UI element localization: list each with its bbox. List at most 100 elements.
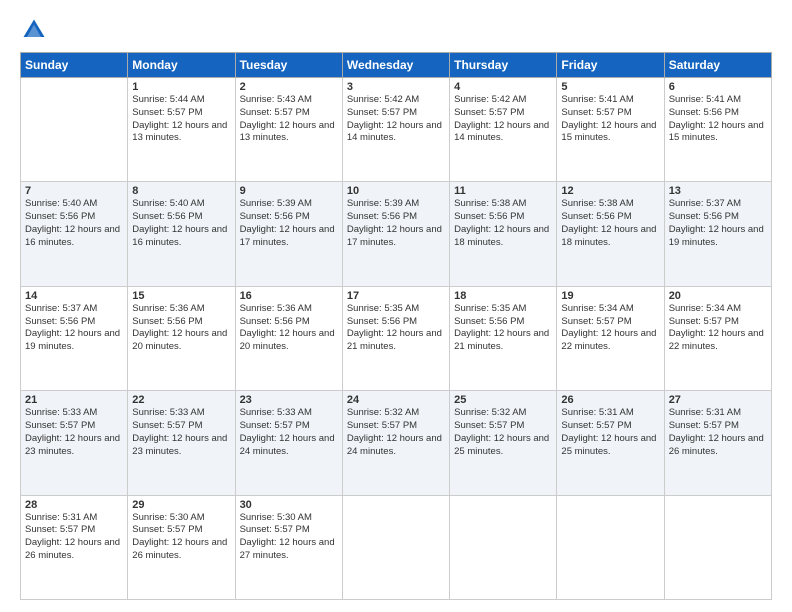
calendar-cell: 7Sunrise: 5:40 AMSunset: 5:56 PMDaylight… (21, 182, 128, 286)
day-number: 25 (454, 394, 552, 406)
calendar-cell: 27Sunrise: 5:31 AMSunset: 5:57 PMDayligh… (664, 391, 771, 495)
weekday-header-cell: Friday (557, 53, 664, 78)
calendar-cell: 17Sunrise: 5:35 AMSunset: 5:56 PMDayligh… (342, 286, 449, 390)
weekday-header-cell: Wednesday (342, 53, 449, 78)
calendar-cell: 21Sunrise: 5:33 AMSunset: 5:57 PMDayligh… (21, 391, 128, 495)
calendar-body: 1Sunrise: 5:44 AMSunset: 5:57 PMDaylight… (21, 78, 772, 600)
calendar-cell (342, 495, 449, 599)
calendar-row: 14Sunrise: 5:37 AMSunset: 5:56 PMDayligh… (21, 286, 772, 390)
calendar-cell (21, 78, 128, 182)
calendar-table: SundayMondayTuesdayWednesdayThursdayFrid… (20, 52, 772, 600)
calendar-cell: 26Sunrise: 5:31 AMSunset: 5:57 PMDayligh… (557, 391, 664, 495)
day-info: Sunrise: 5:39 AMSunset: 5:56 PMDaylight:… (347, 198, 442, 247)
day-info: Sunrise: 5:31 AMSunset: 5:57 PMDaylight:… (669, 407, 764, 456)
day-number: 19 (561, 290, 659, 302)
calendar-cell: 14Sunrise: 5:37 AMSunset: 5:56 PMDayligh… (21, 286, 128, 390)
calendar-cell: 24Sunrise: 5:32 AMSunset: 5:57 PMDayligh… (342, 391, 449, 495)
weekday-header-cell: Thursday (450, 53, 557, 78)
day-number: 26 (561, 394, 659, 406)
calendar-cell: 25Sunrise: 5:32 AMSunset: 5:57 PMDayligh… (450, 391, 557, 495)
calendar-cell: 23Sunrise: 5:33 AMSunset: 5:57 PMDayligh… (235, 391, 342, 495)
calendar-cell: 4Sunrise: 5:42 AMSunset: 5:57 PMDaylight… (450, 78, 557, 182)
day-info: Sunrise: 5:35 AMSunset: 5:56 PMDaylight:… (454, 303, 549, 352)
day-info: Sunrise: 5:31 AMSunset: 5:57 PMDaylight:… (25, 512, 120, 561)
calendar-cell: 20Sunrise: 5:34 AMSunset: 5:57 PMDayligh… (664, 286, 771, 390)
day-number: 12 (561, 185, 659, 197)
weekday-header-cell: Saturday (664, 53, 771, 78)
day-number: 3 (347, 81, 445, 93)
calendar-cell: 13Sunrise: 5:37 AMSunset: 5:56 PMDayligh… (664, 182, 771, 286)
day-info: Sunrise: 5:34 AMSunset: 5:57 PMDaylight:… (669, 303, 764, 352)
weekday-header-cell: Tuesday (235, 53, 342, 78)
calendar-cell: 29Sunrise: 5:30 AMSunset: 5:57 PMDayligh… (128, 495, 235, 599)
day-info: Sunrise: 5:32 AMSunset: 5:57 PMDaylight:… (347, 407, 442, 456)
day-number: 27 (669, 394, 767, 406)
weekday-header-cell: Sunday (21, 53, 128, 78)
day-number: 5 (561, 81, 659, 93)
day-info: Sunrise: 5:31 AMSunset: 5:57 PMDaylight:… (561, 407, 656, 456)
day-info: Sunrise: 5:41 AMSunset: 5:57 PMDaylight:… (561, 94, 656, 143)
day-info: Sunrise: 5:30 AMSunset: 5:57 PMDaylight:… (132, 512, 227, 561)
day-number: 7 (25, 185, 123, 197)
calendar-cell: 16Sunrise: 5:36 AMSunset: 5:56 PMDayligh… (235, 286, 342, 390)
day-info: Sunrise: 5:42 AMSunset: 5:57 PMDaylight:… (347, 94, 442, 143)
day-info: Sunrise: 5:37 AMSunset: 5:56 PMDaylight:… (669, 198, 764, 247)
day-info: Sunrise: 5:33 AMSunset: 5:57 PMDaylight:… (240, 407, 335, 456)
calendar-cell: 30Sunrise: 5:30 AMSunset: 5:57 PMDayligh… (235, 495, 342, 599)
day-info: Sunrise: 5:43 AMSunset: 5:57 PMDaylight:… (240, 94, 335, 143)
day-info: Sunrise: 5:42 AMSunset: 5:57 PMDaylight:… (454, 94, 549, 143)
day-info: Sunrise: 5:44 AMSunset: 5:57 PMDaylight:… (132, 94, 227, 143)
day-info: Sunrise: 5:30 AMSunset: 5:57 PMDaylight:… (240, 512, 335, 561)
day-info: Sunrise: 5:37 AMSunset: 5:56 PMDaylight:… (25, 303, 120, 352)
calendar-cell: 3Sunrise: 5:42 AMSunset: 5:57 PMDaylight… (342, 78, 449, 182)
day-number: 29 (132, 499, 230, 511)
day-info: Sunrise: 5:40 AMSunset: 5:56 PMDaylight:… (132, 198, 227, 247)
calendar-cell: 15Sunrise: 5:36 AMSunset: 5:56 PMDayligh… (128, 286, 235, 390)
weekday-header: SundayMondayTuesdayWednesdayThursdayFrid… (21, 53, 772, 78)
calendar-cell: 2Sunrise: 5:43 AMSunset: 5:57 PMDaylight… (235, 78, 342, 182)
day-info: Sunrise: 5:33 AMSunset: 5:57 PMDaylight:… (132, 407, 227, 456)
calendar-cell: 19Sunrise: 5:34 AMSunset: 5:57 PMDayligh… (557, 286, 664, 390)
logo (20, 16, 50, 44)
day-number: 21 (25, 394, 123, 406)
day-number: 4 (454, 81, 552, 93)
day-number: 18 (454, 290, 552, 302)
calendar-cell: 8Sunrise: 5:40 AMSunset: 5:56 PMDaylight… (128, 182, 235, 286)
day-number: 1 (132, 81, 230, 93)
day-number: 17 (347, 290, 445, 302)
calendar-cell (450, 495, 557, 599)
day-number: 14 (25, 290, 123, 302)
calendar-cell: 12Sunrise: 5:38 AMSunset: 5:56 PMDayligh… (557, 182, 664, 286)
page: SundayMondayTuesdayWednesdayThursdayFrid… (0, 0, 792, 612)
calendar-cell (557, 495, 664, 599)
day-info: Sunrise: 5:39 AMSunset: 5:56 PMDaylight:… (240, 198, 335, 247)
header (20, 16, 772, 44)
day-number: 28 (25, 499, 123, 511)
day-number: 8 (132, 185, 230, 197)
calendar-row: 1Sunrise: 5:44 AMSunset: 5:57 PMDaylight… (21, 78, 772, 182)
calendar-row: 21Sunrise: 5:33 AMSunset: 5:57 PMDayligh… (21, 391, 772, 495)
day-number: 20 (669, 290, 767, 302)
calendar-cell: 18Sunrise: 5:35 AMSunset: 5:56 PMDayligh… (450, 286, 557, 390)
day-info: Sunrise: 5:38 AMSunset: 5:56 PMDaylight:… (561, 198, 656, 247)
day-info: Sunrise: 5:36 AMSunset: 5:56 PMDaylight:… (240, 303, 335, 352)
day-number: 10 (347, 185, 445, 197)
calendar-cell: 11Sunrise: 5:38 AMSunset: 5:56 PMDayligh… (450, 182, 557, 286)
logo-icon (20, 16, 48, 44)
calendar-cell: 1Sunrise: 5:44 AMSunset: 5:57 PMDaylight… (128, 78, 235, 182)
day-info: Sunrise: 5:34 AMSunset: 5:57 PMDaylight:… (561, 303, 656, 352)
calendar-row: 7Sunrise: 5:40 AMSunset: 5:56 PMDaylight… (21, 182, 772, 286)
calendar-cell (664, 495, 771, 599)
day-number: 22 (132, 394, 230, 406)
day-number: 6 (669, 81, 767, 93)
weekday-header-cell: Monday (128, 53, 235, 78)
day-info: Sunrise: 5:33 AMSunset: 5:57 PMDaylight:… (25, 407, 120, 456)
day-number: 2 (240, 81, 338, 93)
calendar-cell: 28Sunrise: 5:31 AMSunset: 5:57 PMDayligh… (21, 495, 128, 599)
calendar-cell: 9Sunrise: 5:39 AMSunset: 5:56 PMDaylight… (235, 182, 342, 286)
day-info: Sunrise: 5:38 AMSunset: 5:56 PMDaylight:… (454, 198, 549, 247)
day-info: Sunrise: 5:40 AMSunset: 5:56 PMDaylight:… (25, 198, 120, 247)
day-number: 9 (240, 185, 338, 197)
day-info: Sunrise: 5:41 AMSunset: 5:56 PMDaylight:… (669, 94, 764, 143)
day-info: Sunrise: 5:36 AMSunset: 5:56 PMDaylight:… (132, 303, 227, 352)
